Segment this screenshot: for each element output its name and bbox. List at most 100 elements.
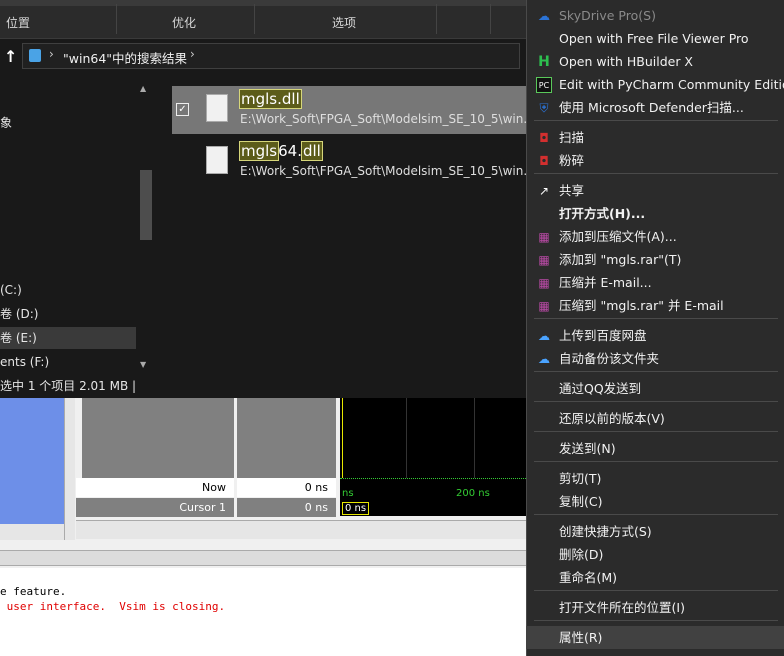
nav-item-drive-c[interactable]: (C:) bbox=[0, 279, 136, 301]
menu-add-to-rar-item[interactable]: ▦ 添加到 "mgls.rar"(T) bbox=[526, 248, 784, 271]
menu-defender-scan-item[interactable]: ⛨ 使用 Microsoft Defender扫描... bbox=[526, 96, 784, 119]
menu-item-label: 共享 bbox=[559, 183, 585, 198]
menu-delete-item[interactable]: 删除(D) bbox=[526, 543, 784, 566]
winrar-icon: ▦ bbox=[538, 230, 550, 244]
shield-icon: ⛨ bbox=[539, 101, 549, 115]
menu-item-label: 通过QQ发送到 bbox=[559, 381, 642, 396]
menu-item-label: 打开文件所在的位置(I) bbox=[559, 600, 685, 615]
menu-item-label: 上传到百度网盘 bbox=[559, 328, 647, 343]
cloud-icon: ☁ bbox=[538, 9, 550, 23]
menu-separator bbox=[534, 401, 778, 402]
hbuilder-icon: H bbox=[538, 54, 550, 70]
menu-separator bbox=[534, 173, 778, 174]
winrar-icon: ▦ bbox=[538, 299, 550, 313]
menu-add-to-archive-item[interactable]: ▦ 添加到压缩文件(A)... bbox=[526, 225, 784, 248]
menu-separator bbox=[534, 620, 778, 621]
menu-shred-item[interactable]: ◘ 粉碎 bbox=[526, 149, 784, 172]
menu-upload-baidu-item[interactable]: ☁ 上传到百度网盘 bbox=[526, 324, 784, 347]
menu-rename-item[interactable]: 重命名(M) bbox=[526, 566, 784, 589]
up-arrow-icon[interactable]: ↑ bbox=[4, 47, 17, 66]
now-label: Now bbox=[202, 481, 226, 494]
nav-item-drive-f[interactable]: ents (F:) bbox=[0, 351, 136, 373]
result-item[interactable]: mgls64.dll E:\Work_Soft\FPGA_Soft\Models… bbox=[172, 138, 535, 186]
menu-edit-pycharm-item[interactable]: PC Edit with PyCharm Community Edition bbox=[526, 73, 784, 96]
menu-restore-versions-item[interactable]: 还原以前的版本(V) bbox=[526, 407, 784, 430]
menu-cut-item[interactable]: 剪切(T) bbox=[526, 467, 784, 490]
menu-share-item[interactable]: ↗ 共享 bbox=[526, 179, 784, 202]
nav-scrollbar[interactable]: ▲ ▼ bbox=[138, 80, 154, 375]
result-item[interactable]: ✓ mgls.dll E:\Work_Soft\FPGA_Soft\Models… bbox=[172, 86, 535, 134]
wave-tick-label: ns bbox=[342, 488, 354, 499]
cursor-value: 0 ns bbox=[304, 501, 328, 514]
pane-scrollbar[interactable] bbox=[64, 398, 75, 540]
now-row: Now bbox=[76, 478, 234, 497]
wave-h-scrollbar[interactable] bbox=[76, 520, 526, 539]
menu-item-label: 自动备份该文件夹 bbox=[559, 351, 660, 366]
menu-item-label: 压缩到 "mgls.rar" 并 E-mail bbox=[559, 298, 724, 313]
transcript-console[interactable]: e feature. user interface. Vsim is closi… bbox=[0, 568, 526, 656]
menu-send-via-qq-item[interactable]: 通过QQ发送到 bbox=[526, 377, 784, 400]
cursor-label: Cursor 1 bbox=[179, 501, 226, 514]
menu-properties-item[interactable]: 属性(R) bbox=[526, 626, 784, 649]
status-bar: 选中 1 个项目 2.01 MB | bbox=[0, 375, 526, 398]
winrar-icon: ▦ bbox=[538, 253, 550, 267]
ribbon: 位置 优化 选项 bbox=[0, 0, 526, 39]
menu-separator bbox=[534, 514, 778, 515]
menu-open-hbuilder-item[interactable]: H Open with HBuilder X bbox=[526, 50, 784, 73]
file-name: mgls64.dll bbox=[238, 141, 323, 161]
file-path: E:\Work_Soft\FPGA_Soft\Modelsim_SE_10_5\… bbox=[240, 112, 535, 126]
menu-scan-item[interactable]: ◘ 扫描 bbox=[526, 126, 784, 149]
nav-item-drive-e[interactable]: 卷 (E:) bbox=[0, 327, 136, 349]
cloud-icon: ☁ bbox=[538, 352, 550, 366]
status-text: 选中 1 个项目 2.01 MB | bbox=[0, 379, 137, 393]
menu-open-with-item[interactable]: 打开方式(H)... bbox=[526, 202, 784, 225]
breadcrumb-search-results[interactable]: "win64"中的搜索结果 bbox=[63, 48, 187, 67]
ribbon-group-options: 选项 bbox=[332, 16, 357, 30]
wave-tick-label: 200 ns bbox=[456, 488, 490, 499]
menu-send-to-item[interactable]: 发送到(N) bbox=[526, 437, 784, 460]
h-scrollbar[interactable] bbox=[0, 524, 64, 540]
menu-separator bbox=[534, 318, 778, 319]
menu-item-label: 重命名(M) bbox=[559, 570, 618, 585]
menu-compress-email-item[interactable]: ▦ 压缩并 E-mail... bbox=[526, 271, 784, 294]
antivirus-icon: ◘ bbox=[539, 131, 549, 145]
wave-cursor-label: 0 ns bbox=[342, 502, 370, 515]
menu-skydrive-item: ☁ SkyDrive Pro(S) bbox=[526, 4, 784, 27]
menu-create-shortcut-item[interactable]: 创建快捷方式(S) bbox=[526, 520, 784, 543]
context-menu-items: ☁ SkyDrive Pro(S) Open with Free File View… bbox=[526, 0, 784, 656]
menu-open-free-file-viewer-item[interactable]: Open with Free File Viewer Pro bbox=[526, 27, 784, 50]
checkbox-icon[interactable]: ✓ bbox=[176, 103, 189, 116]
wave-values-pane bbox=[237, 398, 336, 478]
ribbon-group-optimize: 优化 bbox=[172, 16, 197, 30]
dll-file-icon bbox=[206, 94, 228, 122]
cursor-value-row: 0 ns bbox=[237, 498, 336, 517]
menu-item-label: 复制(C) bbox=[559, 494, 603, 509]
splitter[interactable] bbox=[0, 550, 526, 566]
nav-item-drive-d[interactable]: 卷 (D:) bbox=[0, 303, 136, 325]
cursor-row: Cursor 1 bbox=[76, 498, 234, 517]
menu-separator bbox=[534, 120, 778, 121]
menu-item-label: 粉碎 bbox=[559, 153, 585, 168]
menu-copy-item[interactable]: 复制(C) bbox=[526, 490, 784, 513]
file-name: mgls.dll bbox=[239, 89, 302, 109]
menu-separator bbox=[534, 461, 778, 462]
menu-item-label: 还原以前的版本(V) bbox=[559, 411, 665, 426]
console-line: e feature. bbox=[0, 585, 67, 598]
nav-item-objects[interactable]: 象 bbox=[0, 112, 136, 134]
menu-compress-rar-email-item[interactable]: ▦ 压缩到 "mgls.rar" 并 E-mail bbox=[526, 294, 784, 317]
search-folder-icon bbox=[29, 49, 41, 62]
dll-file-icon bbox=[206, 146, 228, 174]
menu-item-label: 添加到压缩文件(A)... bbox=[559, 229, 677, 244]
breadcrumb-chevron[interactable]: › bbox=[49, 47, 54, 61]
address-bar[interactable]: › "win64"中的搜索结果 › bbox=[22, 43, 520, 69]
menu-auto-backup-item[interactable]: ☁ 自动备份该文件夹 bbox=[526, 347, 784, 370]
now-value: 0 ns bbox=[304, 481, 328, 494]
menu-item-label: 使用 Microsoft Defender扫描... bbox=[559, 100, 744, 115]
menu-open-file-location-item[interactable]: 打开文件所在的位置(I) bbox=[526, 596, 784, 619]
wave-display: ns 200 ns 0 ns bbox=[340, 398, 526, 516]
menu-item-label: SkyDrive Pro(S) bbox=[559, 8, 656, 23]
breadcrumb-chevron-end[interactable]: › bbox=[190, 47, 195, 61]
menu-item-label: 打开方式(H)... bbox=[559, 206, 646, 221]
menu-item-label: 创建快捷方式(S) bbox=[559, 524, 652, 539]
menu-separator bbox=[534, 371, 778, 372]
